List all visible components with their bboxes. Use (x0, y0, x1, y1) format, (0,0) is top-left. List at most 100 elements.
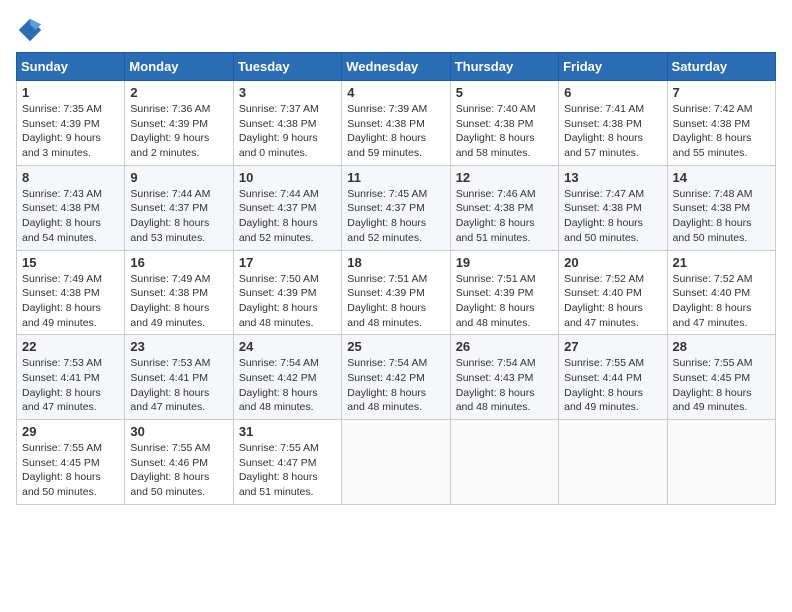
day-sunrise: Sunrise: 7:40 AMSunset: 4:38 PMDaylight:… (456, 103, 536, 159)
empty-cell (667, 420, 775, 505)
day-sunrise: Sunrise: 7:42 AMSunset: 4:38 PMDaylight:… (673, 103, 753, 159)
calendar-table: SundayMondayTuesdayWednesdayThursdayFrid… (16, 52, 776, 505)
empty-cell (559, 420, 667, 505)
calendar-week-3: 15 Sunrise: 7:49 AMSunset: 4:38 PMDaylig… (17, 250, 776, 335)
day-cell-27: 27 Sunrise: 7:55 AMSunset: 4:44 PMDaylig… (559, 335, 667, 420)
day-cell-2: 2 Sunrise: 7:36 AMSunset: 4:39 PMDayligh… (125, 81, 233, 166)
day-sunrise: Sunrise: 7:49 AMSunset: 4:38 PMDaylight:… (22, 273, 102, 329)
day-cell-14: 14 Sunrise: 7:48 AMSunset: 4:38 PMDaylig… (667, 165, 775, 250)
day-cell-31: 31 Sunrise: 7:55 AMSunset: 4:47 PMDaylig… (233, 420, 341, 505)
day-number: 15 (22, 255, 119, 270)
logo-icon (16, 16, 44, 44)
day-number: 23 (130, 339, 227, 354)
day-cell-9: 9 Sunrise: 7:44 AMSunset: 4:37 PMDayligh… (125, 165, 233, 250)
day-sunrise: Sunrise: 7:51 AMSunset: 4:39 PMDaylight:… (456, 273, 536, 329)
empty-cell (450, 420, 558, 505)
day-sunrise: Sunrise: 7:37 AMSunset: 4:38 PMDaylight:… (239, 103, 319, 159)
day-number: 26 (456, 339, 553, 354)
day-sunrise: Sunrise: 7:47 AMSunset: 4:38 PMDaylight:… (564, 188, 644, 244)
column-header-sunday: Sunday (17, 53, 125, 81)
day-number: 10 (239, 170, 336, 185)
day-sunrise: Sunrise: 7:54 AMSunset: 4:42 PMDaylight:… (347, 357, 427, 413)
calendar-week-5: 29 Sunrise: 7:55 AMSunset: 4:45 PMDaylig… (17, 420, 776, 505)
day-cell-30: 30 Sunrise: 7:55 AMSunset: 4:46 PMDaylig… (125, 420, 233, 505)
day-cell-13: 13 Sunrise: 7:47 AMSunset: 4:38 PMDaylig… (559, 165, 667, 250)
day-cell-20: 20 Sunrise: 7:52 AMSunset: 4:40 PMDaylig… (559, 250, 667, 335)
day-number: 22 (22, 339, 119, 354)
day-number: 3 (239, 85, 336, 100)
day-number: 11 (347, 170, 444, 185)
day-number: 27 (564, 339, 661, 354)
column-header-friday: Friday (559, 53, 667, 81)
day-cell-7: 7 Sunrise: 7:42 AMSunset: 4:38 PMDayligh… (667, 81, 775, 166)
day-number: 2 (130, 85, 227, 100)
day-number: 18 (347, 255, 444, 270)
day-sunrise: Sunrise: 7:44 AMSunset: 4:37 PMDaylight:… (130, 188, 210, 244)
day-number: 19 (456, 255, 553, 270)
day-cell-25: 25 Sunrise: 7:54 AMSunset: 4:42 PMDaylig… (342, 335, 450, 420)
day-number: 25 (347, 339, 444, 354)
day-sunrise: Sunrise: 7:48 AMSunset: 4:38 PMDaylight:… (673, 188, 753, 244)
day-number: 20 (564, 255, 661, 270)
day-cell-17: 17 Sunrise: 7:50 AMSunset: 4:39 PMDaylig… (233, 250, 341, 335)
day-sunrise: Sunrise: 7:49 AMSunset: 4:38 PMDaylight:… (130, 273, 210, 329)
day-number: 28 (673, 339, 770, 354)
day-sunrise: Sunrise: 7:55 AMSunset: 4:45 PMDaylight:… (22, 442, 102, 498)
day-cell-10: 10 Sunrise: 7:44 AMSunset: 4:37 PMDaylig… (233, 165, 341, 250)
day-cell-15: 15 Sunrise: 7:49 AMSunset: 4:38 PMDaylig… (17, 250, 125, 335)
day-sunrise: Sunrise: 7:50 AMSunset: 4:39 PMDaylight:… (239, 273, 319, 329)
day-number: 31 (239, 424, 336, 439)
day-cell-28: 28 Sunrise: 7:55 AMSunset: 4:45 PMDaylig… (667, 335, 775, 420)
day-sunrise: Sunrise: 7:41 AMSunset: 4:38 PMDaylight:… (564, 103, 644, 159)
day-number: 6 (564, 85, 661, 100)
day-sunrise: Sunrise: 7:53 AMSunset: 4:41 PMDaylight:… (22, 357, 102, 413)
day-sunrise: Sunrise: 7:46 AMSunset: 4:38 PMDaylight:… (456, 188, 536, 244)
day-sunrise: Sunrise: 7:55 AMSunset: 4:45 PMDaylight:… (673, 357, 753, 413)
day-sunrise: Sunrise: 7:36 AMSunset: 4:39 PMDaylight:… (130, 103, 210, 159)
column-header-thursday: Thursday (450, 53, 558, 81)
day-sunrise: Sunrise: 7:51 AMSunset: 4:39 PMDaylight:… (347, 273, 427, 329)
calendar-week-4: 22 Sunrise: 7:53 AMSunset: 4:41 PMDaylig… (17, 335, 776, 420)
day-cell-12: 12 Sunrise: 7:46 AMSunset: 4:38 PMDaylig… (450, 165, 558, 250)
day-cell-24: 24 Sunrise: 7:54 AMSunset: 4:42 PMDaylig… (233, 335, 341, 420)
day-number: 29 (22, 424, 119, 439)
day-cell-1: 1 Sunrise: 7:35 AMSunset: 4:39 PMDayligh… (17, 81, 125, 166)
day-cell-4: 4 Sunrise: 7:39 AMSunset: 4:38 PMDayligh… (342, 81, 450, 166)
day-cell-26: 26 Sunrise: 7:54 AMSunset: 4:43 PMDaylig… (450, 335, 558, 420)
day-sunrise: Sunrise: 7:43 AMSunset: 4:38 PMDaylight:… (22, 188, 102, 244)
column-header-wednesday: Wednesday (342, 53, 450, 81)
day-sunrise: Sunrise: 7:39 AMSunset: 4:38 PMDaylight:… (347, 103, 427, 159)
day-number: 21 (673, 255, 770, 270)
day-number: 16 (130, 255, 227, 270)
day-cell-16: 16 Sunrise: 7:49 AMSunset: 4:38 PMDaylig… (125, 250, 233, 335)
day-number: 17 (239, 255, 336, 270)
column-header-tuesday: Tuesday (233, 53, 341, 81)
day-sunrise: Sunrise: 7:55 AMSunset: 4:46 PMDaylight:… (130, 442, 210, 498)
day-number: 12 (456, 170, 553, 185)
day-cell-3: 3 Sunrise: 7:37 AMSunset: 4:38 PMDayligh… (233, 81, 341, 166)
day-sunrise: Sunrise: 7:52 AMSunset: 4:40 PMDaylight:… (673, 273, 753, 329)
day-cell-22: 22 Sunrise: 7:53 AMSunset: 4:41 PMDaylig… (17, 335, 125, 420)
day-cell-19: 19 Sunrise: 7:51 AMSunset: 4:39 PMDaylig… (450, 250, 558, 335)
day-sunrise: Sunrise: 7:52 AMSunset: 4:40 PMDaylight:… (564, 273, 644, 329)
day-cell-8: 8 Sunrise: 7:43 AMSunset: 4:38 PMDayligh… (17, 165, 125, 250)
logo (16, 16, 48, 44)
day-number: 4 (347, 85, 444, 100)
empty-cell (342, 420, 450, 505)
day-number: 30 (130, 424, 227, 439)
calendar-week-1: 1 Sunrise: 7:35 AMSunset: 4:39 PMDayligh… (17, 81, 776, 166)
day-number: 8 (22, 170, 119, 185)
calendar-header-row: SundayMondayTuesdayWednesdayThursdayFrid… (17, 53, 776, 81)
day-cell-29: 29 Sunrise: 7:55 AMSunset: 4:45 PMDaylig… (17, 420, 125, 505)
day-sunrise: Sunrise: 7:54 AMSunset: 4:42 PMDaylight:… (239, 357, 319, 413)
calendar-week-2: 8 Sunrise: 7:43 AMSunset: 4:38 PMDayligh… (17, 165, 776, 250)
day-sunrise: Sunrise: 7:54 AMSunset: 4:43 PMDaylight:… (456, 357, 536, 413)
day-number: 24 (239, 339, 336, 354)
column-header-monday: Monday (125, 53, 233, 81)
day-number: 7 (673, 85, 770, 100)
day-sunrise: Sunrise: 7:55 AMSunset: 4:47 PMDaylight:… (239, 442, 319, 498)
day-cell-18: 18 Sunrise: 7:51 AMSunset: 4:39 PMDaylig… (342, 250, 450, 335)
day-cell-6: 6 Sunrise: 7:41 AMSunset: 4:38 PMDayligh… (559, 81, 667, 166)
day-sunrise: Sunrise: 7:35 AMSunset: 4:39 PMDaylight:… (22, 103, 102, 159)
day-cell-21: 21 Sunrise: 7:52 AMSunset: 4:40 PMDaylig… (667, 250, 775, 335)
